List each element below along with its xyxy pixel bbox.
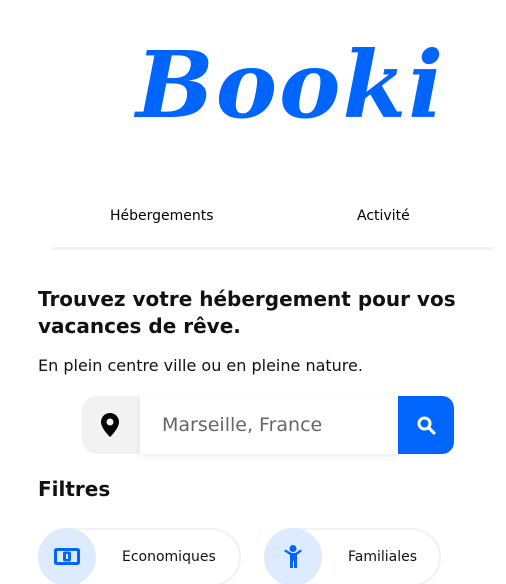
map-pin-icon xyxy=(101,413,119,437)
filter-economiques[interactable]: Economiques xyxy=(38,528,241,584)
child-icon xyxy=(284,545,302,568)
location-icon-box xyxy=(82,396,140,454)
filter-label: Familiales xyxy=(348,549,418,565)
filter-icon-circle xyxy=(38,528,96,584)
main-nav: Hébergements Activité xyxy=(52,198,494,252)
nav-item-hebergements[interactable]: Hébergements xyxy=(110,208,214,224)
search-bar xyxy=(82,396,454,454)
search-button[interactable] xyxy=(398,396,454,454)
filter-label: Economiques xyxy=(122,549,216,565)
booki-logo[interactable]: Booki xyxy=(136,22,443,148)
page-subline: En plein centre ville ou en pleine natur… xyxy=(38,356,363,375)
nav-item-activite[interactable]: Activité xyxy=(357,208,410,224)
nav-divider xyxy=(52,247,494,250)
filter-familiales[interactable]: Familiales xyxy=(264,528,441,584)
filter-icon-circle xyxy=(264,528,322,584)
search-input[interactable] xyxy=(140,396,398,454)
page-headline: Trouvez votre hébergement pour vos vacan… xyxy=(38,287,456,338)
filters-title: Filtres xyxy=(38,477,111,501)
search-icon xyxy=(417,416,436,435)
money-bill-icon xyxy=(54,548,80,565)
